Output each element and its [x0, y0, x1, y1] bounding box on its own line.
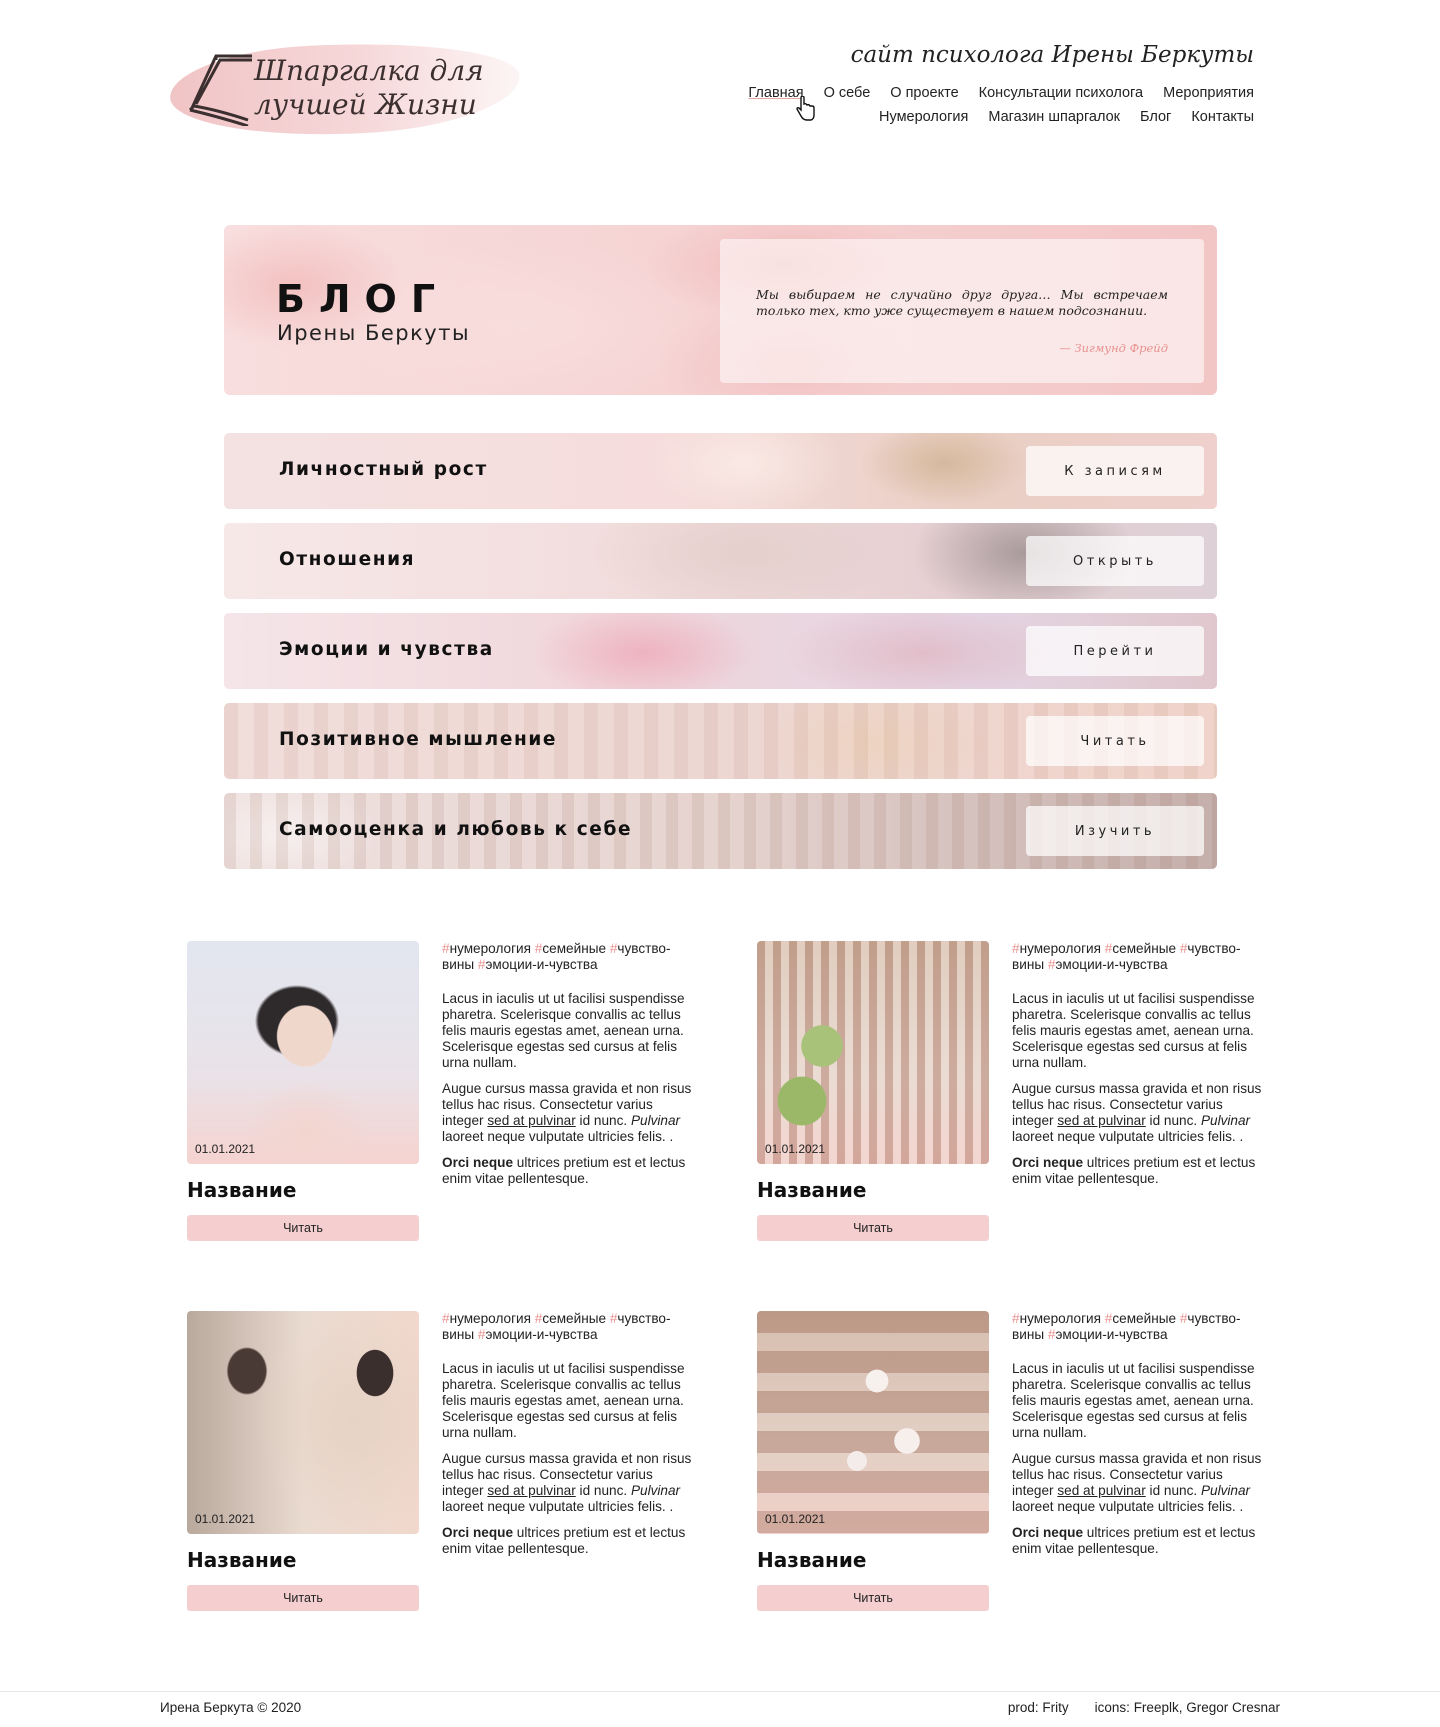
tag-link[interactable]: #нумерология	[1012, 941, 1101, 956]
category-button-emotions[interactable]: Перейти	[1026, 626, 1204, 676]
category-label: Эмоции и чувства	[279, 639, 494, 660]
post-paragraph: Orci neque ultrices pretium est et lectu…	[1012, 1155, 1256, 1186]
post-card: 01.01.2021 Название Читать #нумерология …	[187, 1311, 757, 1621]
post-excerpt: #нумерология #семейные #чувство-вины #эм…	[1012, 941, 1262, 1197]
nav-item-contacts[interactable]: Контакты	[1191, 109, 1254, 133]
tag-link[interactable]: #эмоции-и-чувства	[478, 1327, 598, 1342]
main-nav: Главная О себе О проекте Консультации пс…	[694, 85, 1254, 133]
inline-link[interactable]: sed at pulvinar	[1057, 1483, 1145, 1498]
post-title[interactable]: Название	[757, 1178, 866, 1202]
hand-pointer-icon	[796, 96, 815, 121]
category-button-personal-growth[interactable]: К записям	[1026, 446, 1204, 496]
post-tags: #нумерология #семейные #чувство-вины #эм…	[442, 941, 692, 973]
category-banner-emotions: Эмоции и чувства Перейти	[224, 613, 1217, 689]
post-tags: #нумерология #семейные #чувство-вины #эм…	[1012, 941, 1262, 973]
blog-subtitle: Ирены Беркуты	[277, 321, 471, 345]
footer-prod-credit[interactable]: prod: Frity	[1008, 1700, 1069, 1715]
inline-link[interactable]: sed at pulvinar	[487, 1483, 575, 1498]
tag-link[interactable]: #нумерология	[442, 941, 531, 956]
post-paragraph: Augue cursus massa gravida et non risus …	[442, 1451, 692, 1514]
post-card: 01.01.2021 Название Читать #нумерология …	[757, 941, 1327, 1251]
nav-item-numerology[interactable]: Нумерология	[879, 109, 968, 133]
nav-row-2: Нумерология Магазин шпаргалок Блог Конта…	[694, 109, 1254, 133]
tag-link[interactable]: #эмоции-и-чувства	[1048, 957, 1168, 972]
inline-link[interactable]: sed at pulvinar	[1057, 1113, 1145, 1128]
nav-row-1: Главная О себе О проекте Консультации пс…	[694, 85, 1254, 109]
post-excerpt: #нумерология #семейные #чувство-вины #эм…	[442, 1311, 692, 1567]
tag-link[interactable]: #семейные	[1105, 941, 1176, 956]
tag-link[interactable]: #семейные	[1105, 1311, 1176, 1326]
footer-copyright: Ирена Беркута © 2020	[160, 1700, 302, 1715]
post-card: 01.01.2021 Название Читать #нумерология …	[187, 941, 757, 1251]
category-button-positive-thinking[interactable]: Читать	[1026, 716, 1204, 766]
quote-author: — Зигмунд Фрейд	[1059, 341, 1168, 355]
post-paragraph: Augue cursus massa gravida et non risus …	[1012, 1451, 1262, 1514]
read-button[interactable]: Читать	[187, 1215, 419, 1241]
tag-link[interactable]: #эмоции-и-чувства	[478, 957, 598, 972]
post-paragraph: Orci neque ultrices pretium est et lectu…	[442, 1525, 686, 1556]
category-button-relationships[interactable]: Открыть	[1026, 536, 1204, 586]
post-paragraph: Lacus in iaculis ut ut facilisi suspendi…	[1012, 1361, 1255, 1440]
post-tags: #нумерология #семейные #чувство-вины #эм…	[1012, 1311, 1262, 1343]
post-date: 01.01.2021	[195, 1512, 256, 1526]
category-label: Самооценка и любовь к себе	[279, 819, 633, 840]
category-banner-relationships: Отношения Открыть	[224, 523, 1217, 599]
post-date: 01.01.2021	[765, 1512, 826, 1526]
site-subtitle: сайт психолога Ирены Беркуты	[850, 42, 1254, 68]
nav-item-about[interactable]: О себе	[824, 85, 871, 109]
post-image[interactable]: 01.01.2021	[187, 941, 419, 1164]
post-paragraph: Lacus in iaculis ut ut facilisi suspendi…	[442, 991, 685, 1070]
post-title[interactable]: Название	[187, 1548, 296, 1572]
footer-divider	[0, 1691, 1440, 1692]
category-banner-personal-growth: Личностный рост К записям	[224, 433, 1217, 509]
read-button[interactable]: Читать	[187, 1585, 419, 1611]
nav-item-consultations[interactable]: Консультации психолога	[979, 85, 1143, 109]
post-image[interactable]: 01.01.2021	[187, 1311, 419, 1534]
blog-title: БЛОГ	[276, 277, 450, 321]
blog-hero: БЛОГ Ирены Беркуты Мы выбираем не случай…	[224, 225, 1217, 395]
post-tags: #нумерология #семейные #чувство-вины #эм…	[442, 1311, 692, 1343]
post-excerpt: #нумерология #семейные #чувство-вины #эм…	[1012, 1311, 1262, 1567]
nav-item-events[interactable]: Мероприятия	[1163, 85, 1254, 109]
post-card: 01.01.2021 Название Читать #нумерология …	[757, 1311, 1327, 1621]
post-paragraph: Orci neque ultrices pretium est et lectu…	[1012, 1525, 1256, 1556]
post-paragraph: Augue cursus massa gravida et non risus …	[1012, 1081, 1262, 1144]
tag-link[interactable]: #нумерология	[442, 1311, 531, 1326]
category-banner-self-esteem: Самооценка и любовь к себе Изучить	[224, 793, 1217, 869]
tag-link[interactable]: #семейные	[535, 941, 606, 956]
post-title[interactable]: Название	[187, 1178, 296, 1202]
site-logo[interactable]: Шпаргалка для лучшей Жизни	[167, 34, 523, 144]
post-paragraph: Augue cursus massa gravida et non risus …	[442, 1081, 692, 1144]
category-label: Отношения	[279, 549, 416, 570]
post-title[interactable]: Название	[757, 1548, 866, 1572]
read-button[interactable]: Читать	[757, 1215, 989, 1241]
nav-item-blog[interactable]: Блог	[1140, 109, 1171, 133]
post-paragraph: Orci neque ultrices pretium est et lectu…	[442, 1155, 686, 1186]
post-paragraph: Lacus in iaculis ut ut facilisi suspendi…	[1012, 991, 1255, 1070]
category-label: Позитивное мышление	[279, 729, 558, 750]
category-banner-positive-thinking: Позитивное мышление Читать	[224, 703, 1217, 779]
post-paragraph: Lacus in iaculis ut ut facilisi suspendi…	[442, 1361, 685, 1440]
post-excerpt: #нумерология #семейные #чувство-вины #эм…	[442, 941, 692, 1197]
post-image[interactable]: 01.01.2021	[757, 941, 989, 1164]
tag-link[interactable]: #нумерология	[1012, 1311, 1101, 1326]
tag-link[interactable]: #семейные	[535, 1311, 606, 1326]
logo-text: Шпаргалка для лучшей Жизни	[254, 54, 484, 121]
inline-link[interactable]: sed at pulvinar	[487, 1113, 575, 1128]
read-button[interactable]: Читать	[757, 1585, 989, 1611]
quote-text: Мы выбираем не случайно друг друга… Мы в…	[756, 287, 1168, 318]
category-label: Личностный рост	[279, 459, 488, 480]
footer-credits: prod: Frity icons: Freeplk, Gregor Cresn…	[1008, 1700, 1280, 1715]
nav-item-project[interactable]: О проекте	[890, 85, 958, 109]
tag-link[interactable]: #эмоции-и-чувства	[1048, 1327, 1168, 1342]
nav-item-shop[interactable]: Магазин шпаргалок	[988, 109, 1120, 133]
footer-icons-credit[interactable]: icons: Freeplk, Gregor Cresnar	[1095, 1700, 1280, 1715]
book-icon	[188, 54, 252, 126]
category-button-self-esteem[interactable]: Изучить	[1026, 806, 1204, 856]
post-date: 01.01.2021	[195, 1142, 256, 1156]
post-date: 01.01.2021	[765, 1142, 826, 1156]
post-image[interactable]: 01.01.2021	[757, 1311, 989, 1534]
quote-box: Мы выбираем не случайно друг друга… Мы в…	[720, 239, 1204, 383]
